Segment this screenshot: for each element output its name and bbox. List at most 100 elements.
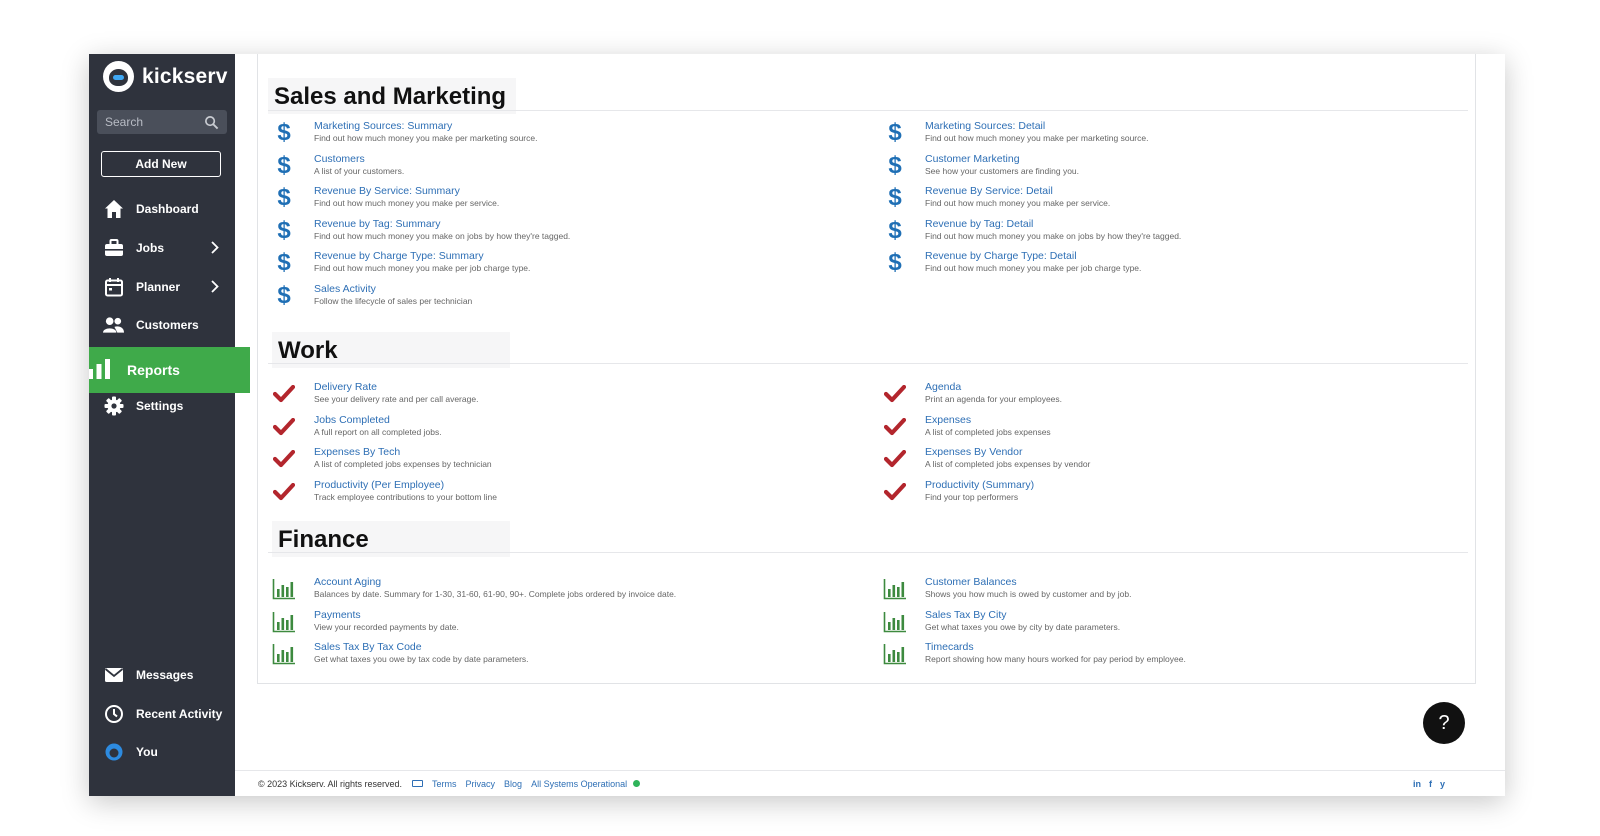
report-link[interactable]: Productivity (Summary) <box>925 479 1034 491</box>
report-description: See how your customers are finding you. <box>925 165 1080 176</box>
report-item[interactable]: Timecards Report showing how many hours w… <box>879 641 1439 671</box>
calendar-icon <box>103 277 124 298</box>
checkmark-icon <box>884 482 906 500</box>
report-description: Track employee contributions to your bot… <box>314 491 497 502</box>
sidebar-item-settings[interactable]: Settings <box>89 388 235 424</box>
report-link[interactable]: Revenue by Charge Type: Detail <box>925 250 1077 262</box>
sidebar-item-planner[interactable]: Planner <box>89 269 235 305</box>
logo[interactable]: kickserv <box>103 61 228 92</box>
report-item[interactable]: Expenses By Vendor A list of completed jo… <box>879 446 1439 476</box>
report-link[interactable]: Expenses By Tech <box>314 446 400 458</box>
report-item[interactable]: Agenda Print an agenda for your employees… <box>879 381 1439 411</box>
report-description: Find out how much money you make per ser… <box>314 198 500 208</box>
report-item[interactable]: $ Revenue by Tag: Detail Find out how much… <box>879 218 1439 248</box>
report-item[interactable]: $ Revenue by Tag: Summary Find out how muc… <box>268 218 828 248</box>
report-item[interactable]: $ Marketing Sources: Summary Find out how … <box>268 120 828 150</box>
search-input[interactable]: Search <box>97 110 227 134</box>
report-item[interactable]: Account Aging Balances by date. Summary f… <box>268 576 828 606</box>
system-status-link[interactable]: All Systems Operational <box>531 779 627 789</box>
report-link[interactable]: Marketing Sources: Summary <box>314 120 452 132</box>
sidebar-item-reports[interactable]: Reports <box>89 347 250 393</box>
help-button[interactable]: ? <box>1423 702 1465 744</box>
sidebar-item-label: Planner <box>136 280 181 294</box>
report-link[interactable]: Marketing Sources: Detail <box>925 120 1045 132</box>
report-item[interactable]: Customer Balances Shows you how much is o… <box>879 576 1439 606</box>
bar-chart-icon <box>883 579 906 600</box>
report-item[interactable]: Productivity (Summary) Find your top perf… <box>879 479 1439 509</box>
dollar-icon: $ <box>277 119 291 146</box>
sidebar-item-label: Reports <box>127 362 180 378</box>
avatar <box>103 742 124 763</box>
sidebar-item-customers[interactable]: Customers <box>89 307 235 343</box>
privacy-link[interactable]: Privacy <box>466 779 496 789</box>
sidebar-item-recent-activity[interactable]: Recent Activity <box>89 696 235 732</box>
report-link[interactable]: Delivery Rate <box>314 381 377 393</box>
report-link[interactable]: Payments <box>314 609 361 621</box>
sidebar-item-jobs[interactable]: Jobs <box>89 230 235 266</box>
report-description: Find out how much money you make per ser… <box>925 198 1111 208</box>
keyboard-icon[interactable] <box>412 780 424 787</box>
blog-link[interactable]: Blog <box>504 779 522 789</box>
report-link[interactable]: Customer Balances <box>925 576 1017 588</box>
report-description: A full report on all completed jobs. <box>314 426 442 437</box>
report-item[interactable]: Sales Tax By Tax Code Get what taxes you … <box>268 641 828 671</box>
report-item[interactable]: $ Sales Activity Follow the lifecycle of s… <box>268 283 828 313</box>
app-window: kickserv Search Add New Dashboard Jobs P… <box>89 54 1505 796</box>
facebook-icon[interactable]: f <box>1429 779 1432 789</box>
report-link[interactable]: Agenda <box>925 381 961 393</box>
report-link[interactable]: Revenue By Service: Detail <box>925 185 1053 197</box>
search-icon[interactable] <box>204 115 219 130</box>
checkmark-icon <box>273 385 295 403</box>
report-link[interactable]: Jobs Completed <box>314 414 390 426</box>
report-item[interactable]: $ Customer Marketing See how your customer… <box>879 153 1439 183</box>
report-item[interactable]: Productivity (Per Employee) Track employe… <box>268 479 828 509</box>
report-link[interactable]: Revenue By Service: Summary <box>314 185 460 197</box>
report-description: Find out how much money you make on jobs… <box>925 230 1182 241</box>
twitter-icon[interactable]: y <box>1440 779 1445 789</box>
report-link[interactable]: Productivity (Per Employee) <box>314 479 444 491</box>
dollar-icon: $ <box>888 151 902 179</box>
report-item[interactable]: $ Revenue by Charge Type: Summary Find out… <box>268 250 828 280</box>
report-item[interactable]: Sales Tax By City Get what taxes you owe … <box>879 609 1439 639</box>
report-link[interactable]: Account Aging <box>314 576 381 588</box>
report-link[interactable]: Sales Activity <box>314 283 376 295</box>
report-link[interactable]: Sales Tax By Tax Code <box>314 641 422 653</box>
report-description: Follow the lifecycle of sales per techni… <box>314 295 473 306</box>
report-item[interactable]: $ Revenue By Service: Detail Find out how … <box>879 185 1439 215</box>
report-description: Balances by date. Summary for 1-30, 31-6… <box>314 589 677 599</box>
report-link[interactable]: Customer Marketing <box>925 153 1020 165</box>
report-link[interactable]: Timecards <box>925 641 974 653</box>
checkmark-icon <box>884 385 906 403</box>
report-item[interactable]: Expenses A list of completed jobs expense… <box>879 414 1439 444</box>
report-link[interactable]: Revenue by Charge Type: Summary <box>314 250 484 262</box>
sidebar-item-messages[interactable]: Messages <box>89 657 235 693</box>
bar-chart-icon <box>883 611 906 632</box>
report-link[interactable]: Expenses By Vendor <box>925 446 1022 458</box>
sidebar-item-label: Messages <box>136 668 194 682</box>
report-item[interactable]: $ Revenue By Service: Summary Find out how… <box>268 185 828 215</box>
copyright-text: © 2023 Kickserv. All rights reserved. <box>258 778 403 789</box>
report-link[interactable]: Sales Tax By City <box>925 609 1007 621</box>
report-item[interactable]: $ Revenue by Charge Type: Detail Find out … <box>879 250 1439 280</box>
sidebar-item-dashboard[interactable]: Dashboard <box>89 191 235 227</box>
checkmark-icon <box>273 482 295 500</box>
bar-chart-icon <box>272 644 295 665</box>
reports-panel: Sales and Marketing $ Marketing Sources: … <box>257 54 1476 684</box>
add-new-button[interactable]: Add New <box>101 151 221 177</box>
dollar-icon: $ <box>277 216 291 244</box>
terms-link[interactable]: Terms <box>432 779 457 789</box>
report-link[interactable]: Expenses <box>925 414 971 426</box>
report-link[interactable]: Customers <box>314 153 365 165</box>
dollar-icon: $ <box>888 184 902 211</box>
report-item[interactable]: Delivery Rate See your delivery rate and … <box>268 381 828 411</box>
report-item[interactable]: Expenses By Tech A list of completed jobs… <box>268 446 828 476</box>
report-item[interactable]: Payments View your recorded payments by d… <box>268 609 828 639</box>
report-link[interactable]: Revenue by Tag: Summary <box>314 218 440 230</box>
sidebar-item-you[interactable]: You <box>89 734 235 770</box>
report-link[interactable]: Revenue by Tag: Detail <box>925 218 1033 230</box>
report-item[interactable]: $ Customers A list of your customers. <box>268 153 828 183</box>
report-item[interactable]: $ Marketing Sources: Detail Find out how m… <box>879 120 1439 150</box>
linkedin-icon[interactable]: in <box>1413 779 1421 789</box>
report-item[interactable]: Jobs Completed A full report on all compl… <box>268 414 828 444</box>
clock-icon <box>103 704 124 725</box>
